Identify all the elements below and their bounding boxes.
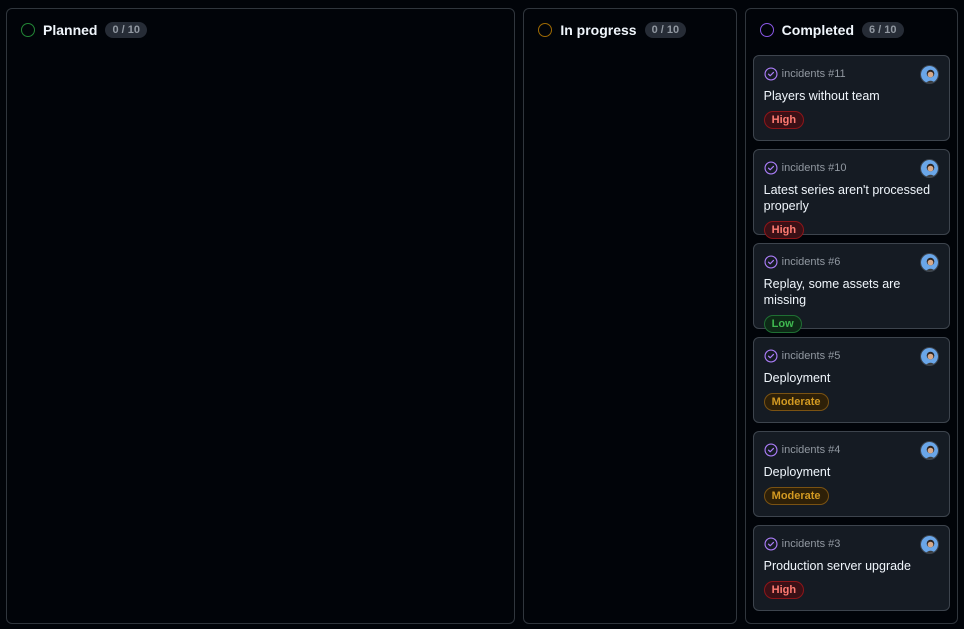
column-title: In progress xyxy=(560,22,637,38)
status-circle-icon xyxy=(759,23,774,37)
card-meta: incidents #5 xyxy=(764,348,939,364)
issue-reference[interactable]: incidents #10 xyxy=(782,162,847,174)
issue-card[interactable]: incidents #10 Latest series aren't proce… xyxy=(752,149,950,239)
priority-label: Low xyxy=(763,315,802,333)
card-meta: incidents #10 xyxy=(764,160,939,176)
issue-card[interactable]: incidents #4 Deployment Moderate xyxy=(752,431,950,517)
check-circle-icon xyxy=(764,255,778,269)
issue-reference[interactable]: incidents #4 xyxy=(782,444,841,456)
column-planned: Planned 0 / 10 xyxy=(6,8,516,624)
column-completed: Completed 6 / 10 incidents #11 Players w… xyxy=(744,8,958,624)
priority-label: Moderate xyxy=(763,487,829,505)
issue-title[interactable]: Latest series aren't processed properly xyxy=(764,182,939,214)
issue-reference[interactable]: incidents #5 xyxy=(782,350,841,362)
count-badge: 0 / 10 xyxy=(644,22,687,38)
issue-reference[interactable]: incidents #6 xyxy=(782,256,841,268)
assignee-avatar[interactable] xyxy=(919,535,939,554)
issue-title[interactable]: Production server upgrade xyxy=(764,558,939,574)
issue-card[interactable]: incidents #3 Production server upgrade H… xyxy=(752,525,950,611)
count-badge: 0 / 10 xyxy=(105,22,147,38)
column-header: In progress 0 / 10 xyxy=(531,9,728,51)
issue-card[interactable]: incidents #5 Deployment Moderate xyxy=(752,337,950,423)
project-board: Planned 0 / 10 In progress 0 / 10 Comple… xyxy=(0,0,964,629)
column-title: Completed xyxy=(781,22,854,38)
check-circle-icon xyxy=(764,161,778,175)
assignee-avatar[interactable] xyxy=(919,159,939,178)
card-meta: incidents #3 xyxy=(764,536,939,552)
issue-reference[interactable]: incidents #11 xyxy=(782,68,846,80)
priority-label: High xyxy=(763,581,805,599)
column-in-progress: In progress 0 / 10 xyxy=(523,8,737,624)
priority-label: Moderate xyxy=(763,393,829,411)
card-meta: incidents #6 xyxy=(764,254,939,270)
check-circle-icon xyxy=(764,443,778,457)
priority-label: High xyxy=(763,221,805,239)
assignee-avatar[interactable] xyxy=(919,65,939,84)
count-badge: 6 / 10 xyxy=(862,22,904,38)
issue-title[interactable]: Players without team xyxy=(764,88,939,104)
issue-reference[interactable]: incidents #3 xyxy=(782,538,841,550)
card-meta: incidents #4 xyxy=(764,442,939,458)
issue-card[interactable]: incidents #6 Replay, some assets are mis… xyxy=(752,243,950,333)
column-header: Completed 6 / 10 xyxy=(753,9,950,51)
status-circle-icon xyxy=(21,23,35,37)
priority-label: High xyxy=(763,111,805,129)
issue-card[interactable]: incidents #11 Players without team High xyxy=(752,55,950,141)
issue-title[interactable]: Replay, some assets are missing xyxy=(764,276,939,308)
card-meta: incidents #11 xyxy=(764,66,939,82)
assignee-avatar[interactable] xyxy=(919,441,939,460)
check-circle-icon xyxy=(764,349,778,363)
assignee-avatar[interactable] xyxy=(919,347,939,366)
issue-title[interactable]: Deployment xyxy=(764,370,939,386)
issue-title[interactable]: Deployment xyxy=(764,464,939,480)
check-circle-icon xyxy=(764,67,778,81)
column-title: Planned xyxy=(43,22,98,38)
column-header: Planned 0 / 10 xyxy=(14,9,507,51)
check-circle-icon xyxy=(764,537,778,551)
assignee-avatar[interactable] xyxy=(919,253,939,272)
card-list: incidents #11 Players without team High … xyxy=(752,51,950,611)
status-circle-icon xyxy=(538,23,553,37)
